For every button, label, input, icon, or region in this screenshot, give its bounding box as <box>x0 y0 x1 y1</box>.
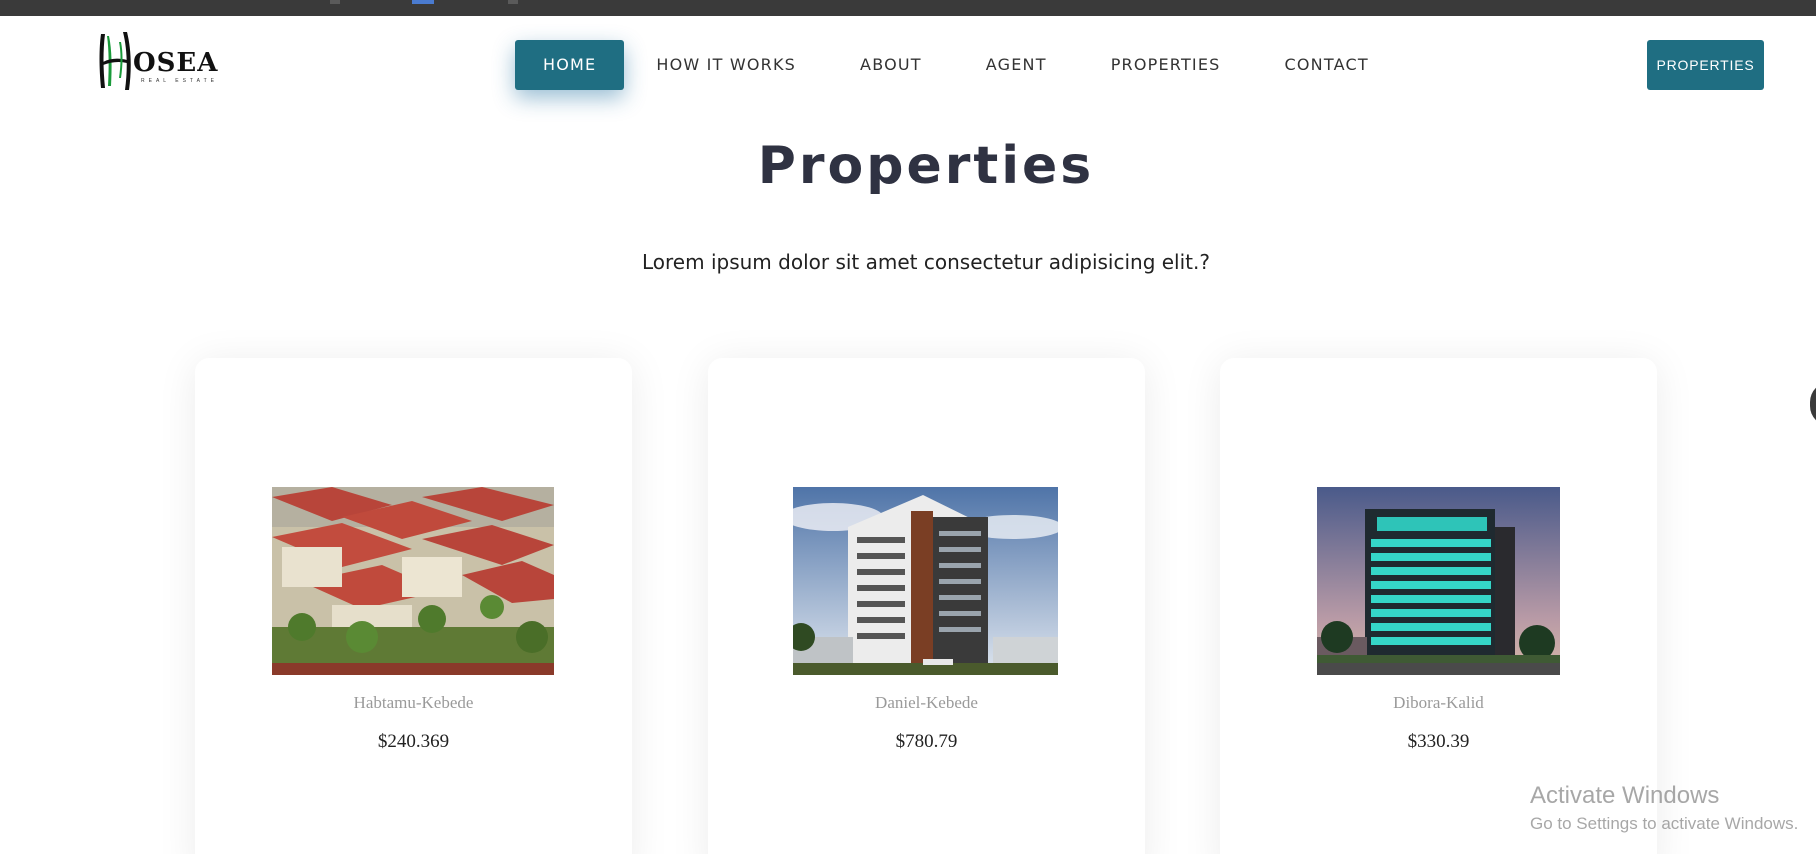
top-strip-marker <box>330 0 340 4</box>
watermark-subtitle: Go to Settings to activate Windows. <box>1530 814 1799 833</box>
property-price: $330.39 <box>1407 731 1470 752</box>
logo-mark-icon <box>99 32 131 90</box>
property-owner-name: Dibora-Kalid <box>1393 693 1484 712</box>
property-price: $240.369 <box>377 731 450 752</box>
nav-item-how-it-works[interactable]: HOW IT WORKS <box>624 40 828 90</box>
property-image <box>1317 487 1560 675</box>
nav-item-agent[interactable]: AGENT <box>954 40 1079 90</box>
property-owner-name: Daniel-Kebede <box>875 693 978 712</box>
property-card[interactable]: Habtamu-Kebede $240.369 <box>195 358 632 854</box>
properties-button[interactable]: PROPERTIES <box>1647 40 1764 90</box>
browser-top-strip <box>0 0 1816 16</box>
main-nav: HOME HOW IT WORKS ABOUT AGENT PROPERTIES… <box>515 40 1401 90</box>
top-strip-marker <box>508 0 518 4</box>
property-cards: Habtamu-Kebede $240.369 Daniel-Kebede $7… <box>0 358 1816 854</box>
nav-item-properties[interactable]: PROPERTIES <box>1079 40 1253 90</box>
property-owner-name: Habtamu-Kebede <box>353 693 474 712</box>
nav-item-about[interactable]: ABOUT <box>828 40 954 90</box>
page-title: Properties <box>757 136 1095 196</box>
property-card[interactable]: Daniel-Kebede $780.79 <box>708 358 1145 854</box>
site-logo[interactable]: OSEA REAL ESTATE <box>97 28 227 92</box>
nav-item-contact[interactable]: CONTACT <box>1253 40 1401 90</box>
site-header: OSEA REAL ESTATE HOME HOW IT WORKS ABOUT… <box>0 16 1816 116</box>
logo-subtext: REAL ESTATE <box>141 78 218 84</box>
page-subtitle: Lorem ipsum dolor sit amet consectetur a… <box>642 250 1210 274</box>
top-strip-marker <box>412 0 434 4</box>
logo-wordmark: OSEA <box>133 48 219 78</box>
property-image <box>272 487 554 675</box>
watermark-title: Activate Windows <box>1530 782 1720 809</box>
property-image <box>793 487 1058 675</box>
property-card[interactable]: Dibora-Kalid $330.39 <box>1220 358 1657 854</box>
activate-windows-watermark: Activate Windows Go to Settings to activ… <box>1530 782 1798 834</box>
nav-item-home[interactable]: HOME <box>515 40 625 90</box>
property-price: $780.79 <box>895 731 958 752</box>
